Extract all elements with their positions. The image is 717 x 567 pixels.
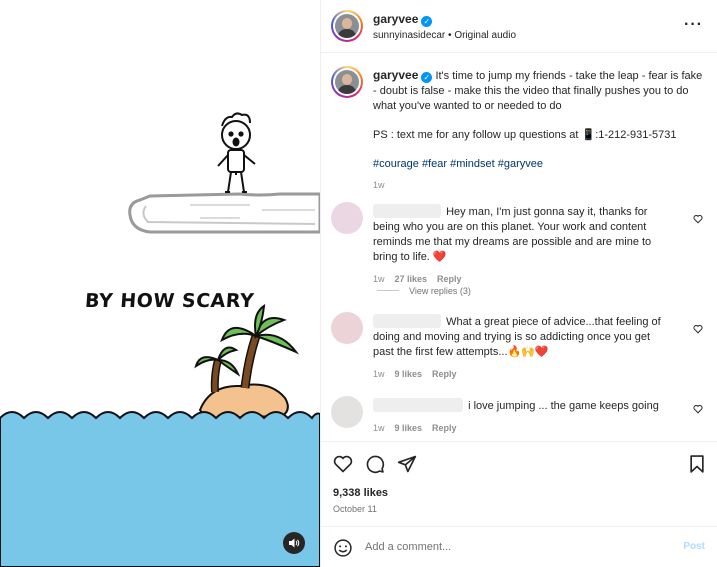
caption-author-avatar[interactable] — [331, 66, 363, 98]
verified-badge-icon: ✓ — [421, 16, 433, 27]
comments-scroll-area[interactable]: garyvee ✓ It's time to jump my friends - … — [321, 54, 717, 441]
hashtag-link[interactable]: #courage — [373, 158, 419, 170]
post-media[interactable]: BY HOW SCARY — [0, 0, 320, 567]
caption-timestamp[interactable]: 1w — [373, 180, 385, 190]
comment-meta: 1w 9 likes Reply — [373, 421, 673, 436]
media-caption-art: BY HOW SCARY — [84, 290, 255, 312]
post-comment-button[interactable]: Post — [683, 541, 705, 552]
comment-meta: 1w 9 likes Reply — [373, 367, 673, 382]
caption-username[interactable]: garyvee — [373, 68, 418, 82]
comment-timestamp[interactable]: 1w — [373, 423, 385, 433]
mute-toggle-button[interactable] — [283, 532, 305, 554]
author-name-row: garyvee ✓ — [373, 12, 433, 27]
island — [194, 303, 300, 420]
author-avatar[interactable] — [331, 10, 363, 42]
more-options-button[interactable]: ··· — [684, 17, 703, 33]
comment-body: i love jumping ... the game keeps going — [468, 400, 659, 412]
reply-button[interactable]: Reply — [437, 274, 462, 284]
speaker-icon — [289, 538, 300, 548]
comment-text-block: i love jumping ... the game keeps going … — [373, 398, 673, 436]
commenter-username[interactable] — [373, 314, 441, 328]
like-heart-icon[interactable] — [333, 454, 353, 474]
add-comment-bar: Post — [321, 526, 717, 567]
post-side-panel: garyvee ✓ sunnyinasidecar • Original audi… — [320, 0, 717, 567]
commenter-username[interactable] — [373, 398, 463, 412]
comment-bubble-icon[interactable] — [365, 454, 385, 474]
comment-likes[interactable]: 27 likes — [395, 274, 428, 284]
verified-badge-icon: ✓ — [421, 72, 433, 83]
audio-attribution[interactable]: sunnyinasidecar • Original audio — [373, 30, 516, 41]
comment-timestamp[interactable]: 1w — [373, 369, 385, 379]
author-username[interactable]: garyvee — [373, 12, 418, 26]
ledge-shape — [128, 192, 320, 234]
save-bookmark-icon[interactable] — [687, 454, 707, 474]
comment-text-block: What a great piece of advice...that feel… — [373, 314, 673, 382]
hashtag-link[interactable]: #fear — [422, 158, 447, 170]
comment-meta: 1w 27 likes Reply — [373, 272, 673, 287]
view-replies-button[interactable]: View replies (3) — [377, 286, 471, 296]
action-icons — [333, 454, 417, 474]
caption-meta: 1w — [373, 178, 705, 193]
post-header: garyvee ✓ sunnyinasidecar • Original audi… — [321, 0, 717, 53]
commenter-avatar[interactable] — [331, 396, 363, 428]
commenter-avatar[interactable] — [331, 312, 363, 344]
reply-button[interactable]: Reply — [432, 423, 457, 433]
like-comment-heart-icon[interactable] — [693, 324, 703, 334]
reply-button[interactable]: Reply — [432, 369, 457, 379]
comment-likes[interactable]: 9 likes — [395, 369, 423, 379]
stick-figure — [217, 112, 256, 193]
commenter-username[interactable] — [373, 204, 441, 218]
post-date[interactable]: October 11 — [333, 504, 377, 514]
comment-text-block: Hey man, I'm just gonna say it, thanks f… — [373, 204, 673, 287]
emoji-smiley-icon[interactable] — [333, 538, 353, 558]
add-comment-input[interactable] — [365, 537, 655, 557]
water — [0, 411, 320, 567]
caption-ps: PS : text me for any follow up questions… — [373, 129, 677, 141]
hashtag-link[interactable]: #garyvee — [498, 158, 543, 170]
caption-text: garyvee ✓ It's time to jump my friends - … — [373, 68, 705, 193]
like-comment-heart-icon[interactable] — [693, 404, 703, 414]
share-paper-plane-icon[interactable] — [397, 454, 417, 474]
commenter-avatar[interactable] — [331, 202, 363, 234]
cartoon-illustration — [0, 112, 320, 567]
hashtag-link[interactable]: #mindset — [450, 158, 495, 170]
post-actions: 9,338 likes October 11 Post — [321, 441, 717, 567]
comment-timestamp[interactable]: 1w — [373, 274, 385, 284]
caption-hashtags: #courage #fear #mindset #garyvee — [373, 157, 705, 172]
likes-count[interactable]: 9,338 likes — [333, 487, 388, 499]
like-comment-heart-icon[interactable] — [693, 214, 703, 224]
comment-likes[interactable]: 9 likes — [395, 423, 423, 433]
